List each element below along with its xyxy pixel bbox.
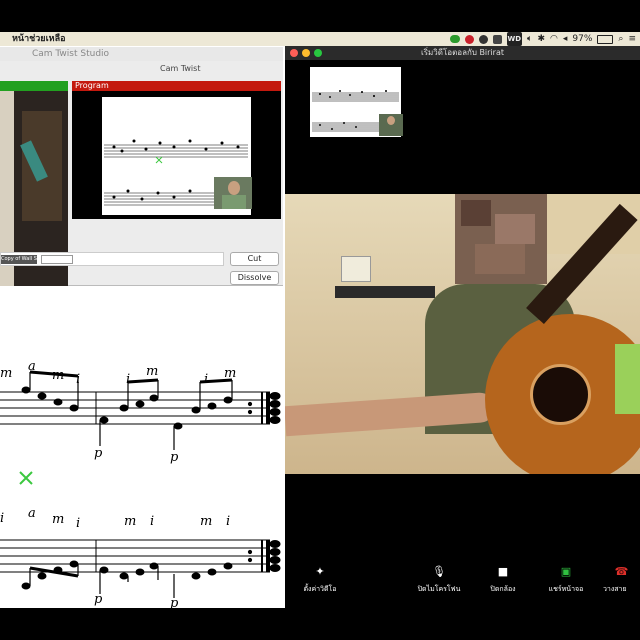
- camtwist-window: Cam Twist Program Copy of Wall S Cut Dis…: [0, 61, 283, 286]
- share-screen-label: แชร์หน้าจอ: [548, 585, 584, 593]
- stop-video-button[interactable]: ■ ปิดกล้อง: [481, 566, 525, 595]
- thumb-label: p: [170, 596, 179, 611]
- video-effects-label: ตั้งค่าวิดีโอ: [303, 585, 337, 593]
- thumb-label: p: [94, 592, 103, 607]
- fingering-label: i: [126, 372, 131, 387]
- program-pip-camera: [214, 177, 252, 209]
- close-icon[interactable]: [290, 49, 298, 57]
- source-chip[interactable]: Copy of Wall S: [1, 255, 37, 264]
- source-chip-empty[interactable]: [41, 255, 73, 264]
- wd-icon[interactable]: WD: [506, 32, 523, 46]
- green-cushion: [615, 344, 640, 414]
- thumb-label: p: [170, 450, 179, 465]
- thumb-label: p: [94, 446, 103, 461]
- fingering-label: m: [52, 368, 65, 383]
- source-field[interactable]: Copy of Wall S: [0, 252, 224, 266]
- sparkle-icon: ✦: [315, 565, 325, 578]
- fingering-x-mark: [19, 471, 33, 485]
- fingering-label: a: [28, 506, 36, 521]
- menu-app-name[interactable]: หน้าช่วยเหลือ: [12, 32, 66, 46]
- fingering-label: m: [124, 514, 137, 529]
- fingering-label: i: [76, 372, 81, 387]
- window-controls: [290, 49, 322, 57]
- wall-outlet: [341, 256, 371, 282]
- dissolve-button[interactable]: Dissolve: [230, 271, 279, 285]
- stop-video-label: ปิดกล้อง: [490, 585, 516, 593]
- sound-icon[interactable]: ◂: [563, 32, 568, 46]
- fingering-label: a: [28, 359, 36, 374]
- wifi-icon[interactable]: ◠: [550, 32, 558, 46]
- fingering-label: i: [76, 516, 81, 531]
- fingering-label: i: [226, 514, 231, 529]
- preview-bar: [0, 81, 68, 91]
- cut-button[interactable]: Cut: [230, 252, 279, 266]
- camtwist-title-bar[interactable]: Cam Twist Studio: [0, 47, 283, 61]
- sync-icon[interactable]: [478, 34, 488, 44]
- menu-bar: หน้าช่วยเหลือ WD 🔈︎ ✱ ◠ ◂ 97% ⌕ ≡: [0, 32, 640, 46]
- battery-icon[interactable]: [597, 34, 614, 44]
- screen: หน้าช่วยเหลือ WD 🔈︎ ✱ ◠ ◂ 97% ⌕ ≡ m a m …: [0, 0, 640, 640]
- search-icon[interactable]: ⌕: [618, 32, 623, 46]
- fingering-label: m: [0, 366, 13, 381]
- microphone-icon: 🎙︎: [432, 565, 446, 578]
- camera-indicator-icon[interactable]: [449, 35, 460, 43]
- fingering-label: i: [0, 511, 5, 526]
- thumbnail-pip-camera: [379, 114, 403, 136]
- fingering-label: m: [52, 512, 65, 527]
- zoom-window-title: เริ่มวิดีโอตอลกับ Birirat: [420, 48, 504, 57]
- pixelated-face: [455, 194, 547, 284]
- battery-percent: 97%: [572, 34, 593, 44]
- share-screen-icon: ▣: [560, 565, 572, 578]
- wall-shelf: [335, 286, 435, 298]
- control-center-icon[interactable]: ≡: [628, 32, 636, 46]
- fingering-label: m: [200, 514, 213, 529]
- minimize-icon[interactable]: [302, 49, 310, 57]
- app-status-icon[interactable]: [464, 34, 474, 44]
- camtwist-subtitle: Cam Twist: [0, 61, 283, 77]
- mute-button[interactable]: 🎙︎ ปิดไมโครโฟน: [413, 566, 465, 595]
- volume-icon[interactable]: 🔈︎: [527, 32, 532, 46]
- share-screen-button[interactable]: ▣ แชร์หน้าจอ: [543, 566, 589, 595]
- camtwist-menu-icon[interactable]: [492, 34, 502, 44]
- camera-icon: ■: [497, 565, 509, 578]
- leave-button[interactable]: ☎ วางสาย: [603, 566, 640, 595]
- video-effects-button[interactable]: ✦ ตั้งค่าวิดีโอ: [295, 566, 345, 595]
- camtwist-window-title: Cam Twist Studio: [32, 49, 110, 59]
- zoom-toolbar: ✦ ตั้งค่าวิดีโอ 🎙︎ ปิดไมโครโฟน ■ ปิดกล้อ…: [285, 566, 640, 608]
- fingering-label: m: [146, 364, 159, 379]
- phone-icon: ☎: [614, 566, 629, 578]
- participant-video[interactable]: [285, 194, 640, 474]
- fingering-label: i: [204, 372, 209, 387]
- mute-label: ปิดไมโครโฟน: [417, 585, 461, 593]
- status-area: WD 🔈︎ ✱ ◠ ◂ 97% ⌕ ≡: [449, 32, 636, 46]
- zoom-window: เริ่มวิดีโอตอลกับ Birirat ✦ ตั้งค่าวิดีโ…: [285, 46, 640, 608]
- zoom-window-icon[interactable]: [314, 49, 322, 57]
- fingering-label: m: [224, 366, 237, 381]
- program-view[interactable]: [72, 91, 281, 219]
- bluetooth-icon[interactable]: ✱: [537, 32, 545, 46]
- program-label: Program: [72, 81, 281, 91]
- fingering-label: i: [150, 514, 155, 529]
- leave-label: วางสาย: [603, 585, 627, 593]
- camtwist-controls: Copy of Wall S Cut Dissolve: [0, 249, 283, 285]
- zoom-title-bar[interactable]: เริ่มวิดีโอตอลกับ Birirat: [285, 46, 640, 60]
- camtwist-subtitle-text: Cam Twist: [160, 64, 201, 73]
